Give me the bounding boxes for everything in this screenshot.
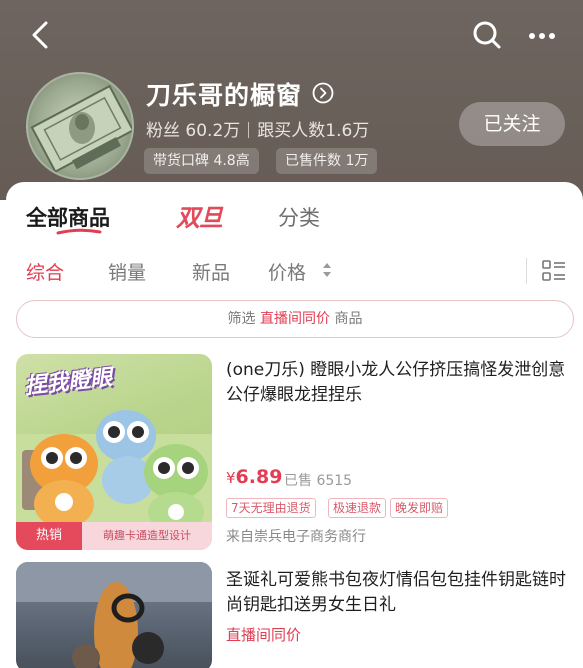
live-price-label: 直播间同价 [226,626,302,644]
sort-comprehensive[interactable]: 综合 [26,258,64,285]
filter-prefix: 筛选 [227,311,256,327]
price-value: 6.89 [235,466,283,488]
chevron-right-icon[interactable] [312,82,334,104]
filter-suffix: 商品 [334,311,363,327]
sold-badge[interactable]: 已售件数 1万 [276,148,378,174]
shop-avatar[interactable] [26,72,134,180]
sold-count: 已售 6515 [284,473,353,489]
tab-active-indicator [56,228,102,235]
store-name[interactable]: 来自崇兵电子商务商行 [226,526,366,546]
rating-badge[interactable]: 带货口碑 4.8高 [144,148,259,174]
search-icon[interactable] [470,18,504,52]
service-tag: 晚发即赔 [390,498,449,518]
live-price-filter[interactable]: 筛选 直播间同价 商品 [16,300,574,338]
sort-arrows-icon[interactable] [322,262,332,278]
shop-stats: 粉丝 60.2万 跟买人数1.6万 [146,116,369,141]
fans-count: 粉丝 60.2万 [146,121,241,141]
buyers-count: 跟买人数1.6万 [257,121,370,141]
currency-symbol: ¥ [226,469,236,487]
tab-double-festival[interactable]: 双旦 [176,198,223,233]
product-title[interactable]: 圣诞礼可爱熊书包夜灯情侣包包挂件钥匙链时尚钥匙扣送男女生日礼 [226,568,576,618]
sort-divider [526,258,527,284]
product-panel: 全部商品 双旦 分类 综合 销量 新品 价格 筛选 直播间同价 商品 捏我瞪眼 … [6,182,583,668]
sort-sales[interactable]: 销量 [108,258,146,285]
sort-new[interactable]: 新品 [192,258,230,285]
product-title[interactable]: (one刀乐) 瞪眼小龙人公仔挤压搞怪发泄创意公仔爆眼龙捏捏乐 [226,358,576,408]
list-view-icon[interactable] [542,260,566,282]
shop-title[interactable]: 刀乐哥的橱窗 [146,76,302,112]
follow-button[interactable]: 已关注 [459,102,565,146]
product-image[interactable] [16,562,212,668]
back-icon[interactable] [26,18,56,52]
product-illustration [16,562,212,668]
filter-highlight: 直播间同价 [260,311,330,327]
shop-header: 刀乐哥的橱窗 粉丝 60.2万 跟买人数1.6万 带货口碑 4.8高 已售件数 1… [0,0,583,200]
service-tag: 7天无理由退货 [226,498,316,518]
avatar-image [30,84,132,173]
product-image[interactable]: 捏我瞪眼 热销 萌趣卡通造型设计 [16,354,212,550]
product-price: ¥6.89 [226,466,282,488]
service-tag: 极速退款 [328,498,387,518]
more-icon[interactable] [524,22,560,50]
stats-divider [248,122,250,138]
image-caption: 萌趣卡通造型设计 [82,522,212,550]
sort-price[interactable]: 价格 [268,258,306,285]
tab-category[interactable]: 分类 [278,202,320,232]
hot-sale-label: 热销 [16,522,82,550]
